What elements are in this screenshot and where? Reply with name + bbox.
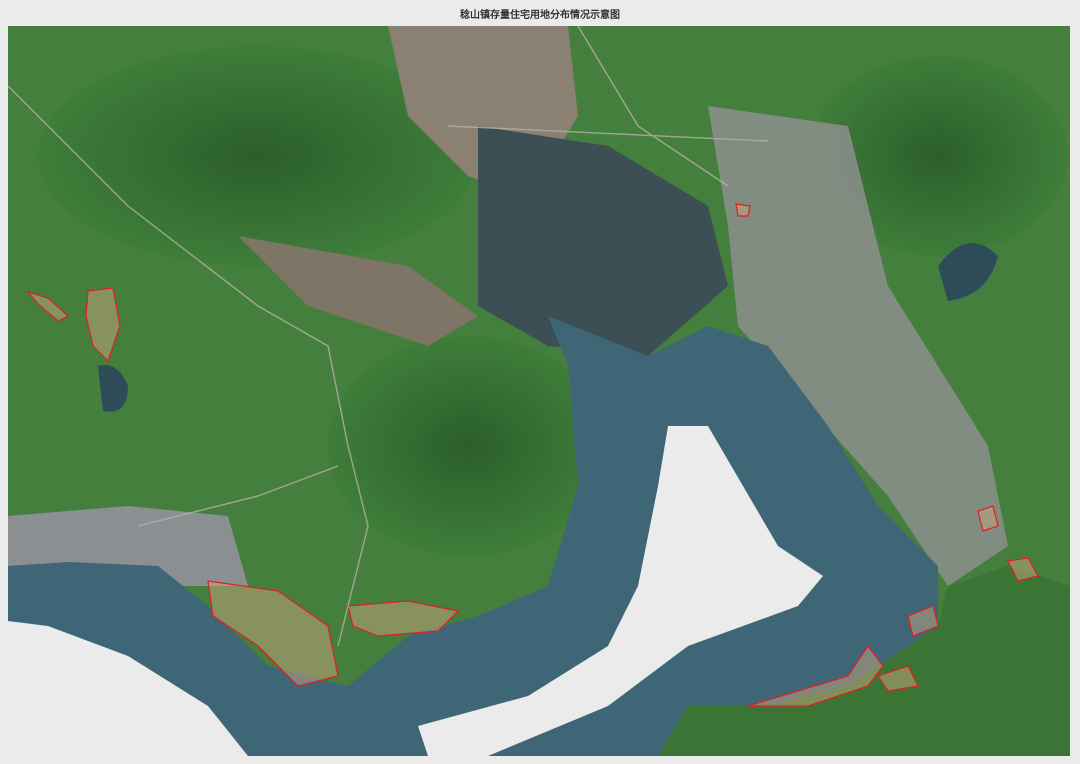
parcel-north-town[interactable] xyxy=(735,203,751,217)
mountain-central xyxy=(328,336,608,556)
map-title: 稔山镇存量住宅用地分布情况示意图 xyxy=(460,10,620,21)
satellite-map[interactable] xyxy=(8,26,1070,756)
